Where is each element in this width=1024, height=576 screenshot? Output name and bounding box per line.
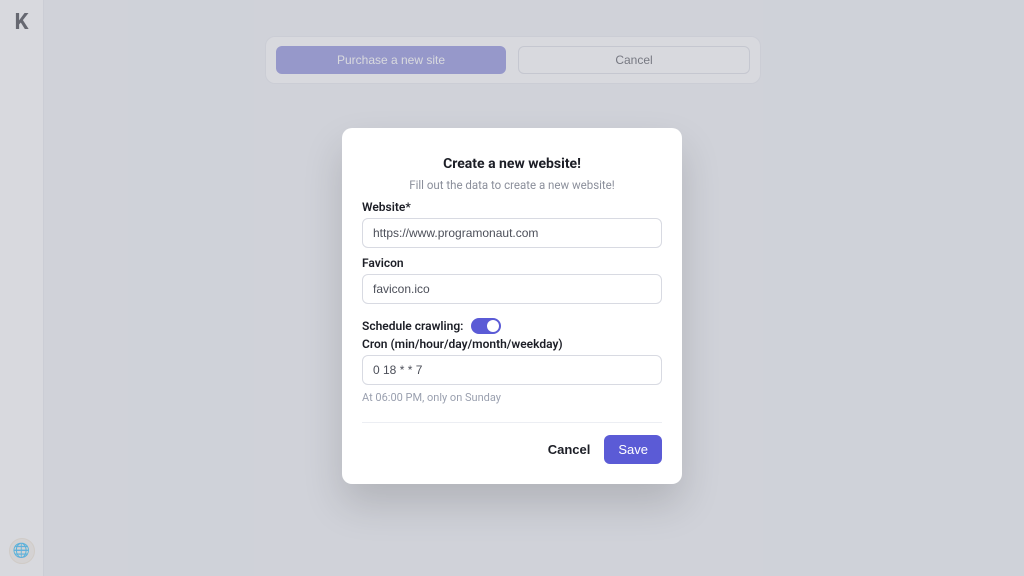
cron-hint: At 06:00 PM, only on Sunday [362, 391, 662, 404]
cron-input[interactable] [362, 355, 662, 385]
create-website-modal: Create a new website! Fill out the data … [342, 128, 682, 484]
toggle-knob [487, 320, 499, 332]
favicon-input[interactable] [362, 274, 662, 304]
schedule-crawling-toggle[interactable] [471, 318, 501, 334]
schedule-crawling-label: Schedule crawling: [362, 319, 463, 333]
modal-divider [362, 422, 662, 423]
modal-cancel-button[interactable]: Cancel [548, 442, 591, 457]
modal-actions: Cancel Save [362, 435, 662, 464]
modal-save-button[interactable]: Save [604, 435, 662, 464]
website-input[interactable] [362, 218, 662, 248]
modal-subtitle: Fill out the data to create a new websit… [362, 178, 662, 192]
website-label: Website* [362, 200, 662, 214]
cron-label: Cron (min/hour/day/month/weekday) [362, 337, 662, 351]
favicon-label: Favicon [362, 256, 662, 270]
modal-title: Create a new website! [362, 156, 662, 172]
